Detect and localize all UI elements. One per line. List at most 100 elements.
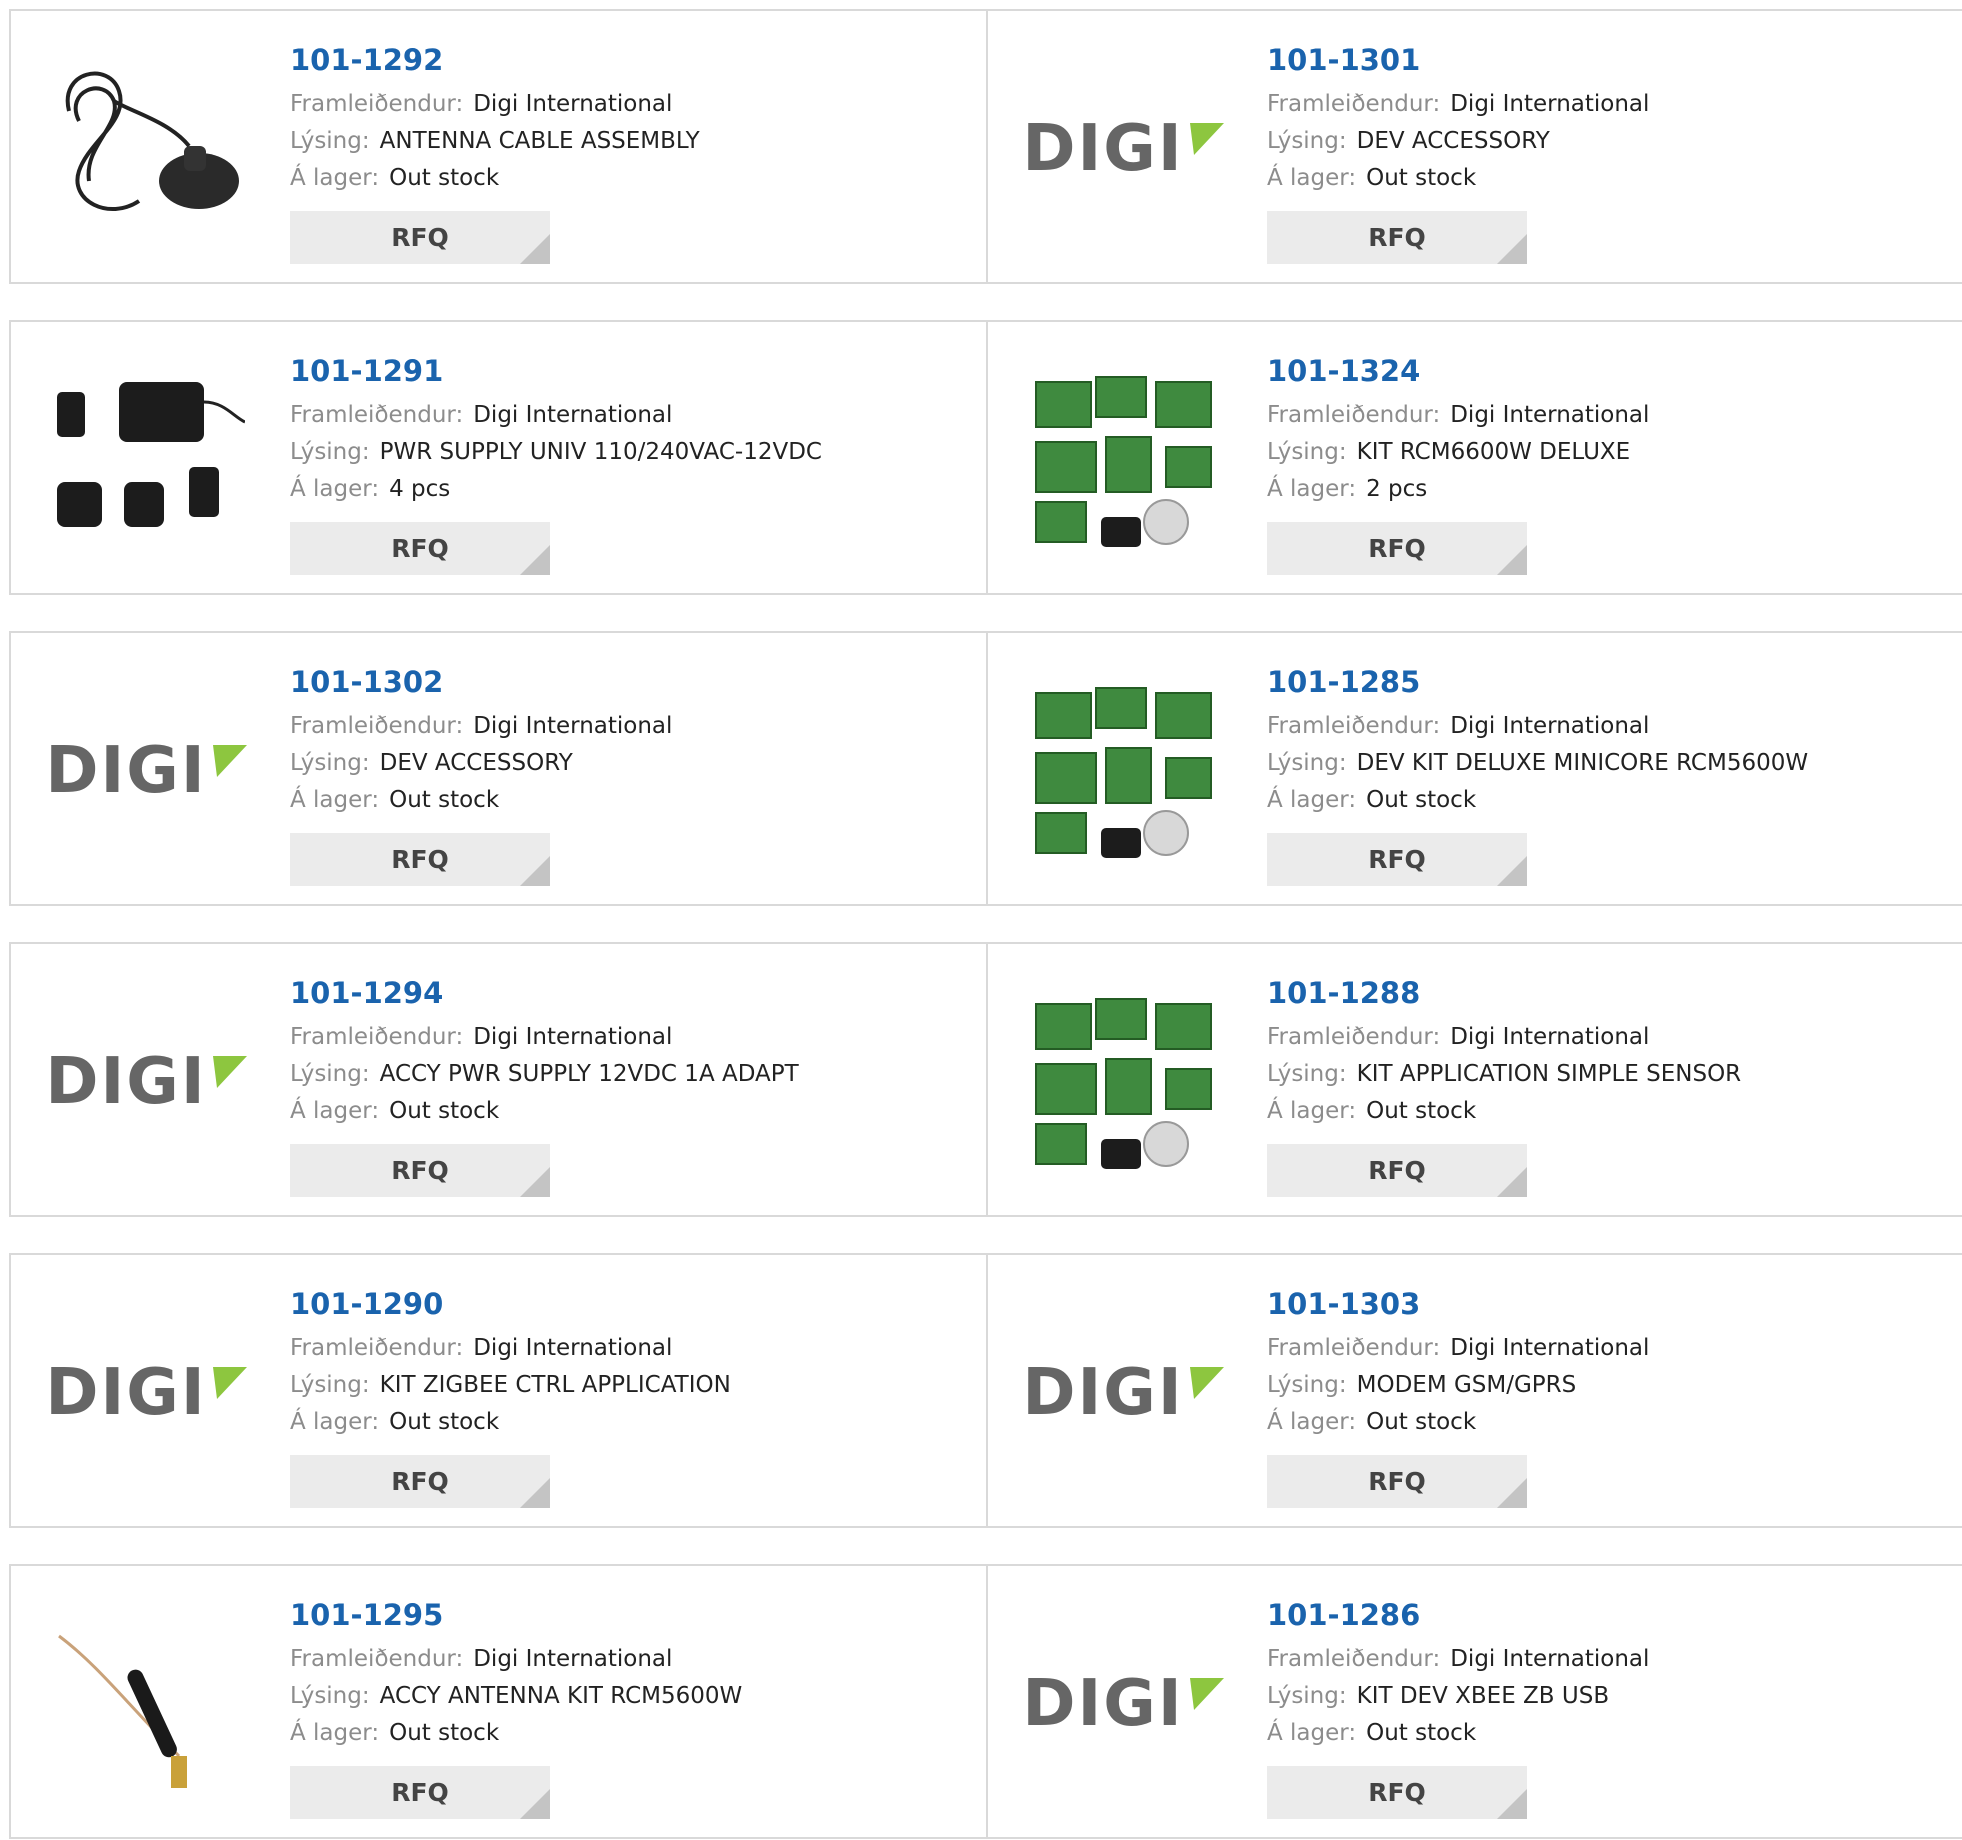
- stock-value: Out stock: [1366, 165, 1477, 191]
- product-row: 101-1291 Framleiðendur: Digi Internationa…: [9, 320, 1962, 595]
- rfq-button[interactable]: RFQ: [1267, 1455, 1527, 1508]
- description-value: DEV ACCESSORY: [1356, 128, 1550, 154]
- rfq-button[interactable]: RFQ: [290, 833, 550, 886]
- description-label: Lýsing:: [290, 1061, 370, 1087]
- product-info: 101-1291 Framleiðendur: Digi Internationa…: [290, 352, 822, 508]
- product-info: 101-1294 Framleiðendur: Digi Internationa…: [290, 974, 799, 1130]
- description-line: Lýsing: ACCY PWR SUPPLY 12VDC 1A ADAPT: [290, 1056, 799, 1093]
- rfq-label: RFQ: [391, 534, 449, 563]
- description-label: Lýsing:: [1267, 750, 1347, 776]
- corner-triangle-icon: [1497, 545, 1527, 575]
- manufacturer-label: Framleiðendur:: [1267, 1335, 1441, 1361]
- product-info: 101-1285 Framleiðendur: Digi Internationa…: [1267, 663, 1808, 819]
- rfq-label: RFQ: [1368, 534, 1426, 563]
- description-label: Lýsing:: [290, 1683, 370, 1709]
- stock-label: Á lager:: [290, 787, 380, 813]
- product-image[interactable]: DIGI: [1022, 1295, 1224, 1491]
- manufacturer-line: Framleiðendur: Digi International: [1267, 397, 1649, 434]
- description-label: Lýsing:: [1267, 1372, 1347, 1398]
- stock-label: Á lager:: [1267, 1098, 1357, 1124]
- product-info: 101-1295 Framleiðendur: Digi Internationa…: [290, 1596, 742, 1752]
- stock-value: Out stock: [389, 1098, 500, 1124]
- rfq-button[interactable]: RFQ: [1267, 211, 1527, 264]
- product-image[interactable]: [1026, 984, 1222, 1180]
- corner-triangle-icon: [520, 545, 550, 575]
- product-image[interactable]: DIGI: [1022, 51, 1224, 247]
- product-image[interactable]: [1026, 362, 1222, 558]
- stock-line: Á lager: Out stock: [290, 1404, 731, 1441]
- corner-triangle-icon: [520, 1167, 550, 1197]
- rfq-button[interactable]: RFQ: [290, 522, 550, 575]
- rfq-button[interactable]: RFQ: [290, 1144, 550, 1197]
- description-value: DEV KIT DELUXE MINICORE RCM5600W: [1356, 750, 1809, 776]
- digi-logo: DIGI: [45, 1050, 248, 1114]
- part-number-link[interactable]: 101-1290: [290, 1285, 731, 1323]
- manufacturer-value: Digi International: [473, 1024, 673, 1050]
- rfq-button[interactable]: RFQ: [290, 1766, 550, 1819]
- rfq-button[interactable]: RFQ: [1267, 1766, 1527, 1819]
- part-number-link[interactable]: 101-1301: [1267, 41, 1649, 79]
- part-number-link[interactable]: 101-1291: [290, 352, 822, 390]
- description-line: Lýsing: KIT DEV XBEE ZB USB: [1267, 1678, 1649, 1715]
- product-image[interactable]: DIGI: [45, 984, 247, 1180]
- product-image[interactable]: [49, 1606, 245, 1802]
- rfq-button[interactable]: RFQ: [1267, 522, 1527, 575]
- rfq-label: RFQ: [391, 1778, 449, 1807]
- product-image[interactable]: DIGI: [45, 673, 247, 869]
- product-card: 101-1288 Framleiðendur: Digi Internationa…: [986, 942, 1962, 1217]
- part-number-link[interactable]: 101-1288: [1267, 974, 1741, 1012]
- rfq-label: RFQ: [1368, 223, 1426, 252]
- product-image[interactable]: [49, 51, 245, 247]
- rfq-button[interactable]: RFQ: [290, 211, 550, 264]
- part-number-link[interactable]: 101-1303: [1267, 1285, 1649, 1323]
- stock-line: Á lager: Out stock: [1267, 1715, 1649, 1752]
- description-line: Lýsing: PWR SUPPLY UNIV 110/240VAC-12VDC: [290, 434, 822, 471]
- product-info: 101-1324 Framleiðendur: Digi Internationa…: [1267, 352, 1649, 508]
- description-label: Lýsing:: [290, 1372, 370, 1398]
- digi-logo-text: DIGI: [1022, 1356, 1184, 1430]
- digi-logo: DIGI: [45, 1361, 248, 1425]
- corner-triangle-icon: [520, 1478, 550, 1508]
- digi-logo-mark-icon: [212, 745, 247, 777]
- part-number-link[interactable]: 101-1286: [1267, 1596, 1649, 1634]
- rfq-label: RFQ: [1368, 845, 1426, 874]
- rfq-button[interactable]: RFQ: [1267, 1144, 1527, 1197]
- corner-triangle-icon: [520, 234, 550, 264]
- product-info: 101-1303 Framleiðendur: Digi Internationa…: [1267, 1285, 1649, 1441]
- stock-value: Out stock: [389, 1409, 500, 1435]
- part-number-link[interactable]: 101-1302: [290, 663, 672, 701]
- description-value: KIT ZIGBEE CTRL APPLICATION: [379, 1372, 731, 1398]
- product-image[interactable]: [49, 362, 245, 558]
- corner-triangle-icon: [1497, 1167, 1527, 1197]
- rfq-label: RFQ: [391, 845, 449, 874]
- product-image[interactable]: DIGI: [1022, 1606, 1224, 1802]
- corner-triangle-icon: [520, 1789, 550, 1819]
- product-row: 101-1292 Framleiðendur: Digi Internationa…: [9, 9, 1962, 284]
- rfq-label: RFQ: [391, 1156, 449, 1185]
- part-number-link[interactable]: 101-1295: [290, 1596, 742, 1634]
- corner-triangle-icon: [520, 856, 550, 886]
- part-number-link[interactable]: 101-1285: [1267, 663, 1808, 701]
- product-card: DIGI 101-1294 Framleiðendur: Digi Interna…: [9, 942, 986, 1217]
- part-number-link[interactable]: 101-1294: [290, 974, 799, 1012]
- stock-label: Á lager:: [1267, 476, 1357, 502]
- stock-line: Á lager: Out stock: [1267, 1093, 1741, 1130]
- manufacturer-value: Digi International: [473, 1646, 673, 1672]
- description-label: Lýsing:: [1267, 128, 1347, 154]
- manufacturer-label: Framleiðendur:: [1267, 713, 1441, 739]
- description-label: Lýsing:: [290, 439, 370, 465]
- rfq-button[interactable]: RFQ: [290, 1455, 550, 1508]
- product-image[interactable]: [1026, 673, 1222, 869]
- antenna-photo: [58, 1634, 187, 1788]
- power-supply-photo: [57, 382, 245, 527]
- part-number-link[interactable]: 101-1292: [290, 41, 700, 79]
- stock-label: Á lager:: [290, 165, 380, 191]
- product-image[interactable]: DIGI: [45, 1295, 247, 1491]
- description-value: ANTENNA CABLE ASSEMBLY: [379, 128, 700, 154]
- stock-line: Á lager: Out stock: [290, 782, 672, 819]
- rfq-button[interactable]: RFQ: [1267, 833, 1527, 886]
- digi-logo: DIGI: [1022, 1361, 1225, 1425]
- description-label: Lýsing:: [1267, 1061, 1347, 1087]
- part-number-link[interactable]: 101-1324: [1267, 352, 1649, 390]
- product-row: DIGI 101-1290 Framleiðendur: Digi Interna…: [9, 1253, 1962, 1528]
